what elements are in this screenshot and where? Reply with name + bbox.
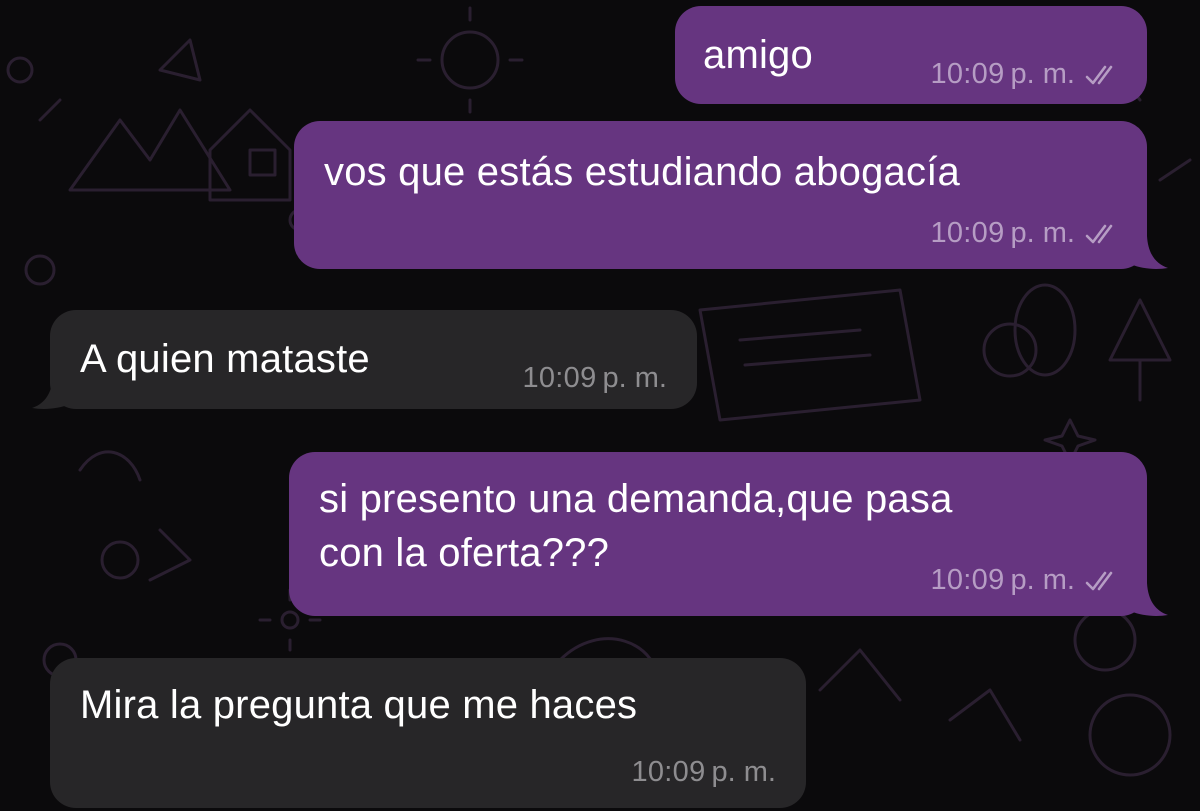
- message-time: 10:09: [930, 58, 1005, 90]
- message-text: amigo: [703, 28, 813, 82]
- double-check-read-icon: [1085, 571, 1113, 590]
- message-time: 10:09: [930, 217, 1005, 249]
- double-check-read-icon: [1085, 65, 1113, 84]
- message-line: amigo: [703, 33, 813, 77]
- message-time-suffix: p. m.: [602, 362, 667, 394]
- bubble-tail-outgoing: [1130, 236, 1168, 269]
- message-time-suffix: p. m.: [1010, 217, 1075, 249]
- message-time-suffix: p. m.: [711, 756, 776, 788]
- message-line: con la oferta???: [319, 531, 610, 575]
- bubble-tail-outgoing: [1130, 583, 1168, 616]
- message-time-suffix: p. m.: [1010, 564, 1075, 596]
- message-time: 10:09: [631, 756, 706, 788]
- message-bubble-outgoing[interactable]: vos que estás estudiando abogacía 10:09 …: [294, 121, 1147, 269]
- message-text: A quien mataste: [80, 332, 370, 386]
- message-bubble-incoming[interactable]: Mira la pregunta que me haces 10:09 p. m…: [50, 658, 806, 808]
- message-meta: 10:09 p. m.: [631, 756, 776, 789]
- message-meta: 10:09 p. m.: [522, 362, 667, 395]
- message-meta: 10:09 p. m.: [930, 217, 1119, 250]
- double-check-read-icon: [1085, 224, 1113, 243]
- message-time: 10:09: [522, 362, 597, 394]
- message-bubble-outgoing[interactable]: amigo 10:09 p. m.: [675, 6, 1147, 104]
- message-text: vos que estás estudiando abogacía: [324, 145, 960, 199]
- message-bubble-incoming[interactable]: A quien mataste 10:09 p. m.: [50, 310, 697, 409]
- message-line: si presento una demanda,que pasa: [319, 477, 953, 521]
- message-line: vos que estás estudiando abogacía: [324, 150, 960, 194]
- message-line: A quien mataste: [80, 337, 370, 381]
- message-text: si presento una demanda,que pasa con la …: [319, 472, 953, 580]
- message-meta: 10:09 p. m.: [930, 58, 1119, 91]
- message-meta: 10:09 p. m.: [930, 564, 1119, 597]
- message-bubble-outgoing[interactable]: si presento una demanda,que pasa con la …: [289, 452, 1147, 616]
- message-line: Mira la pregunta que me haces: [80, 683, 638, 727]
- message-time: 10:09: [930, 564, 1005, 596]
- message-text: Mira la pregunta que me haces: [80, 678, 637, 732]
- bubble-tail-incoming: [32, 376, 70, 409]
- message-time-suffix: p. m.: [1010, 58, 1075, 90]
